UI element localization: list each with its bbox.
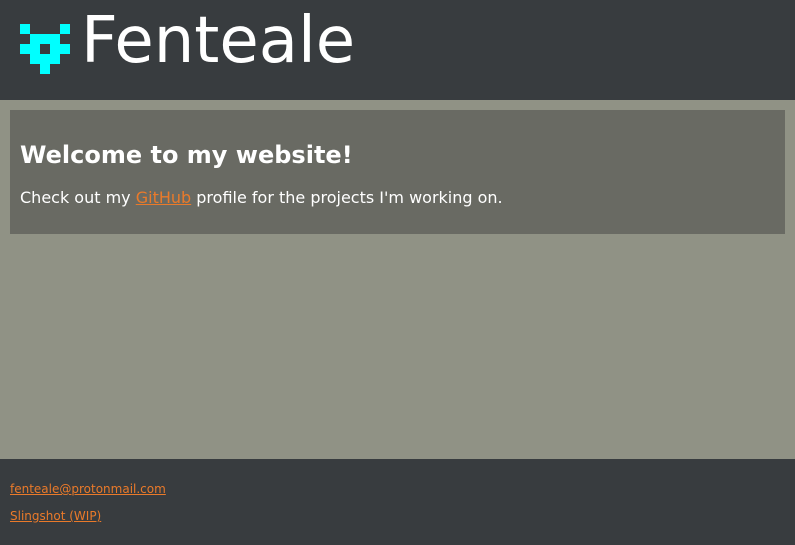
site-header: Fenteale: [0, 0, 795, 100]
intro-text-after: profile for the projects I'm working on.: [191, 188, 503, 207]
welcome-heading: Welcome to my website!: [20, 141, 353, 169]
intro-text-before: Check out my: [20, 188, 136, 207]
intro-paragraph: Check out my GitHub profile for the proj…: [20, 188, 503, 208]
email-link[interactable]: fenteale@protonmail.com: [10, 481, 166, 497]
pixel-creature-icon: [20, 24, 70, 74]
github-link[interactable]: GitHub: [136, 188, 191, 207]
site-title: Fenteale: [81, 4, 356, 78]
main-content: Welcome to my website! Check out my GitH…: [0, 100, 795, 459]
slingshot-link[interactable]: Slingshot (WIP): [10, 508, 101, 524]
site-footer: fenteale@protonmail.com Slingshot (WIP): [0, 459, 795, 545]
welcome-card: Welcome to my website! Check out my GitH…: [10, 110, 785, 234]
